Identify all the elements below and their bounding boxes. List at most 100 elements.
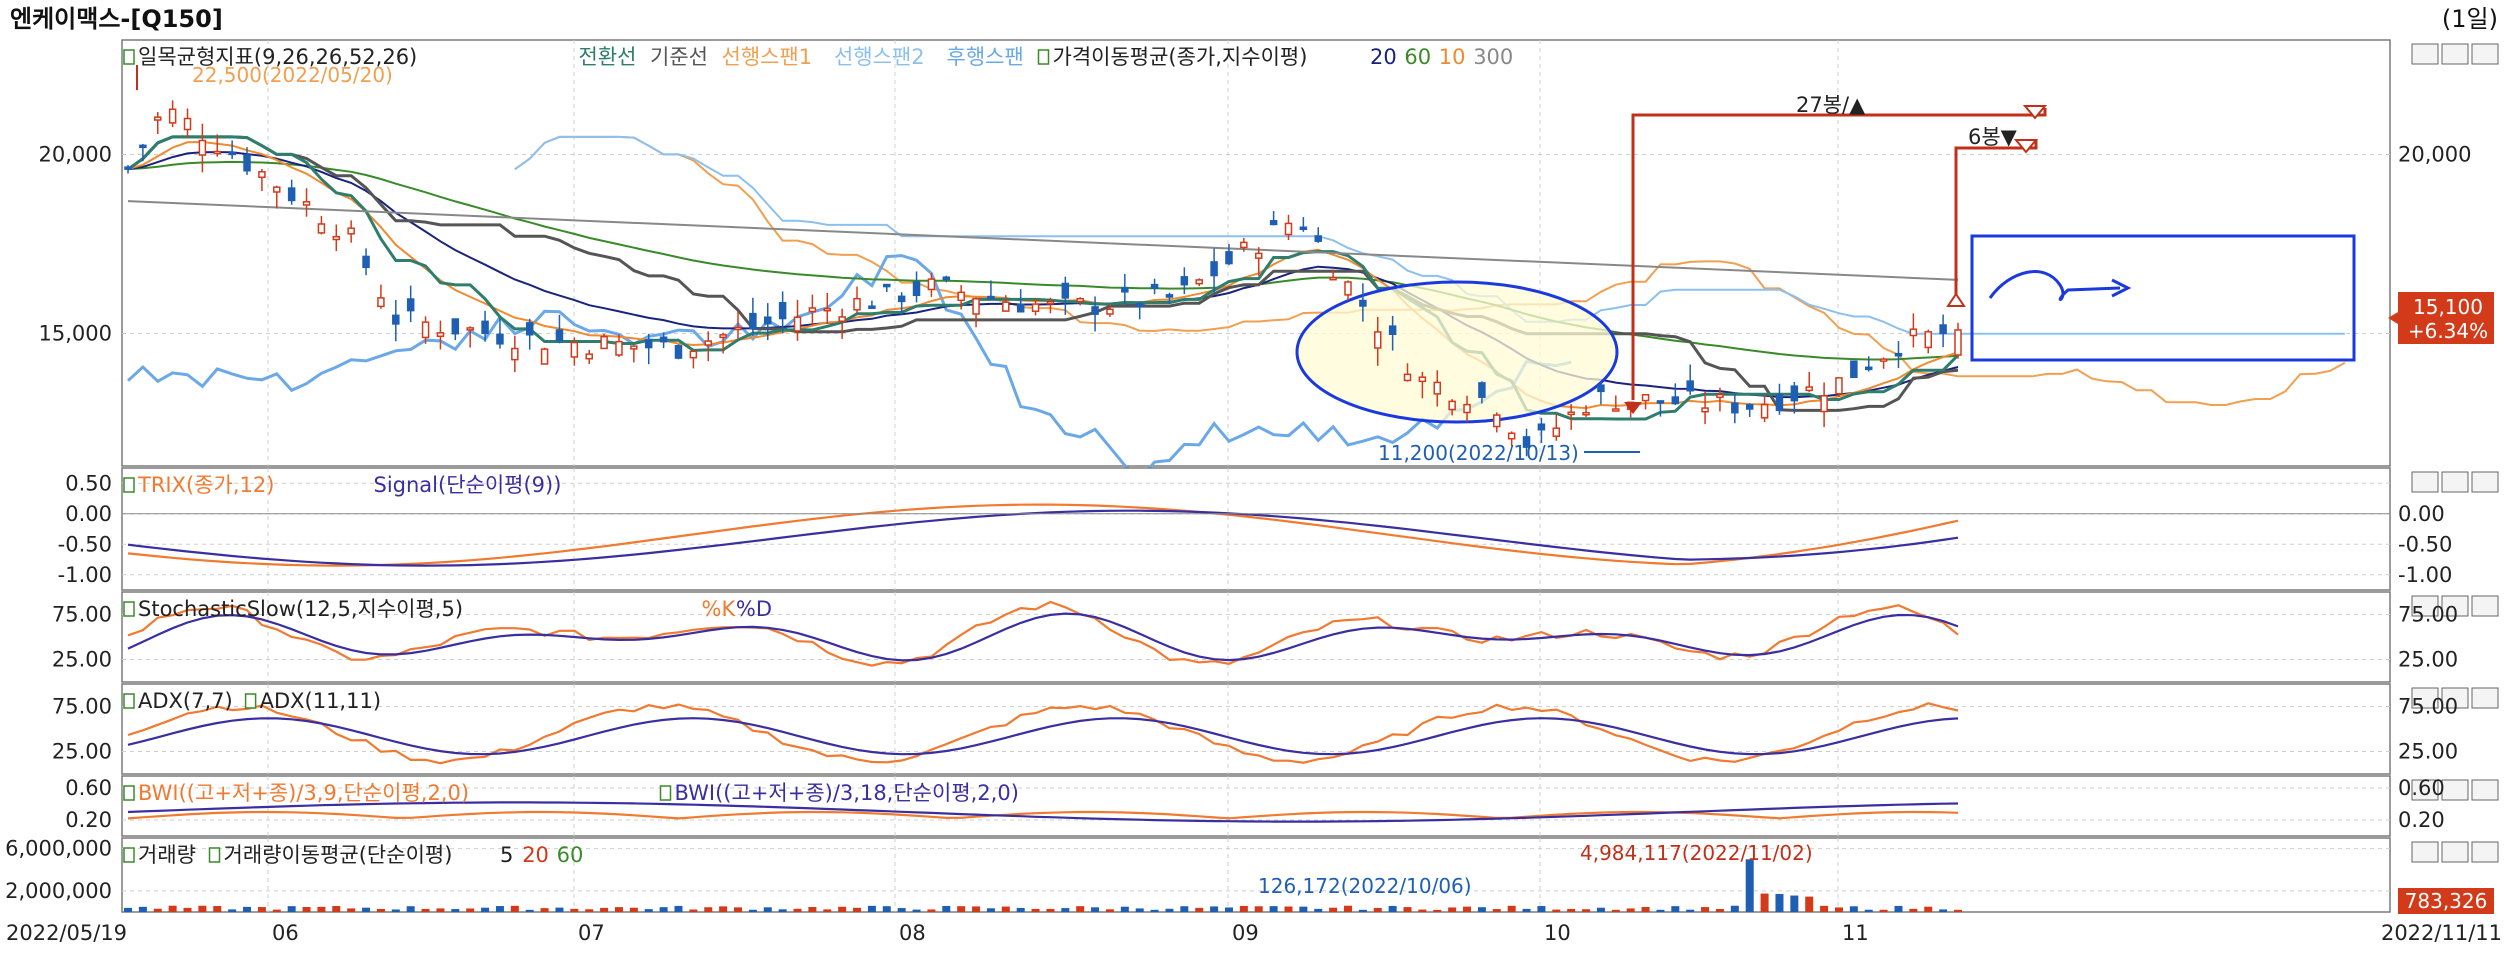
legend-marker-icon[interactable] (123, 693, 135, 709)
volume-bar[interactable] (882, 906, 891, 912)
volume-bar[interactable] (1790, 895, 1799, 912)
volume-bar[interactable] (1939, 909, 1948, 912)
candle[interactable] (1850, 360, 1858, 379)
volume-bar[interactable] (793, 908, 802, 912)
volume-bar[interactable] (1254, 906, 1263, 912)
volume-bar[interactable] (1552, 909, 1561, 912)
volume-bar[interactable] (421, 908, 430, 912)
volume-bar[interactable] (1701, 907, 1710, 912)
volume-bar[interactable] (1864, 909, 1873, 912)
volume-bar[interactable] (1269, 906, 1278, 912)
volume-bar[interactable] (1165, 908, 1174, 912)
legend-marker-icon[interactable] (123, 847, 135, 863)
volume-bar[interactable] (1031, 908, 1040, 912)
volume-bar[interactable] (1388, 905, 1397, 912)
candle[interactable] (600, 333, 608, 350)
volume-bar[interactable] (1418, 909, 1427, 912)
volume-bar[interactable] (153, 908, 162, 912)
close-icon[interactable] (2471, 43, 2499, 65)
close-icon[interactable] (2471, 779, 2499, 801)
volume-bar[interactable] (1909, 908, 1918, 912)
volume-bar[interactable] (525, 909, 534, 912)
panel-bwi[interactable]: 0.60 0.20 0.60 0.20 BWI((고+저+종)/3,9,단순이평,2,0… (65, 775, 2499, 837)
close-icon[interactable] (2471, 841, 2499, 863)
maximize-icon[interactable] (2441, 43, 2469, 65)
volume-bar[interactable] (257, 907, 266, 912)
volume-bar[interactable] (704, 907, 713, 912)
volume-bar[interactable] (1760, 893, 1769, 912)
volume-bar[interactable] (614, 907, 623, 912)
volume-bar[interactable] (1567, 908, 1576, 912)
legend-marker-icon[interactable] (123, 49, 135, 65)
volume-bar[interactable] (1641, 906, 1650, 912)
close-icon[interactable] (2471, 687, 2499, 709)
volume-bar[interactable] (1686, 909, 1695, 912)
volume-bar[interactable] (1433, 909, 1442, 912)
volume-bar[interactable] (1492, 909, 1501, 912)
volume-bar[interactable] (1775, 893, 1784, 912)
volume-bar[interactable] (481, 907, 490, 912)
volume-bar[interactable] (495, 906, 504, 912)
volume-bar[interactable] (1671, 906, 1680, 912)
volume-bar[interactable] (1477, 907, 1486, 912)
volume-bar[interactable] (376, 908, 385, 912)
volume-bar[interactable] (1314, 908, 1323, 912)
volume-bar[interactable] (1522, 908, 1531, 912)
volume-bar[interactable] (243, 906, 252, 912)
maximize-icon[interactable] (2441, 841, 2469, 863)
volume-bar[interactable] (540, 908, 549, 912)
volume-bar[interactable] (1076, 906, 1085, 912)
volume-bar[interactable] (689, 909, 698, 912)
volume-bar[interactable] (1611, 909, 1620, 912)
volume-bar[interactable] (674, 905, 683, 912)
volume-bar[interactable] (659, 907, 668, 912)
volume-bar[interactable] (1463, 906, 1472, 912)
volume-bar[interactable] (912, 909, 921, 912)
volume-bar[interactable] (1403, 907, 1412, 912)
volume-bar[interactable] (1715, 909, 1724, 912)
volume-bar[interactable] (1046, 908, 1055, 912)
volume-bar[interactable] (1344, 905, 1352, 912)
volume-bar[interactable] (1358, 909, 1367, 912)
volume-bar[interactable] (198, 905, 207, 912)
volume-bar[interactable] (644, 909, 653, 912)
volume-bar[interactable] (362, 907, 371, 912)
volume-bar[interactable] (942, 905, 951, 912)
volume-bar[interactable] (719, 906, 728, 912)
volume-bar[interactable] (927, 909, 936, 912)
legend-marker-icon[interactable] (659, 785, 672, 801)
volume-bar[interactable] (1001, 906, 1010, 912)
minimize-icon[interactable] (2411, 43, 2439, 65)
volume-bar[interactable] (1120, 906, 1129, 912)
volume-bar[interactable] (823, 909, 832, 912)
legend-marker-icon[interactable] (208, 847, 221, 863)
volume-bar[interactable] (302, 907, 311, 912)
volume-bar[interactable] (957, 906, 966, 912)
volume-bar[interactable] (763, 907, 772, 912)
volume-bar[interactable] (748, 909, 757, 912)
volume-bar[interactable] (1879, 909, 1888, 912)
volume-bar[interactable] (272, 909, 281, 912)
volume-bar[interactable] (1820, 905, 1829, 912)
volume-bar[interactable] (1894, 905, 1903, 912)
volume-bar[interactable] (897, 908, 906, 912)
volume-bar[interactable] (555, 907, 564, 912)
minimize-icon[interactable] (2411, 841, 2439, 863)
volume-bar[interactable] (1849, 906, 1858, 912)
volume-bar[interactable] (1329, 907, 1338, 912)
volume-bar[interactable] (1626, 908, 1635, 912)
volume-bar[interactable] (1150, 909, 1159, 912)
volume-bar[interactable] (451, 909, 460, 912)
legend-marker-icon[interactable] (123, 785, 135, 801)
candle[interactable] (540, 347, 549, 365)
volume-bar[interactable] (1448, 907, 1457, 912)
maximize-icon[interactable] (2441, 471, 2469, 493)
volume-bar[interactable] (808, 906, 817, 912)
volume-bar[interactable] (986, 908, 995, 912)
volume-bar[interactable] (1745, 859, 1754, 912)
volume-bar[interactable] (1091, 907, 1100, 912)
maximize-icon[interactable] (2441, 779, 2469, 801)
close-icon[interactable] (2471, 595, 2499, 617)
volume-bar[interactable] (1016, 907, 1025, 912)
legend-marker-icon[interactable] (123, 601, 135, 617)
